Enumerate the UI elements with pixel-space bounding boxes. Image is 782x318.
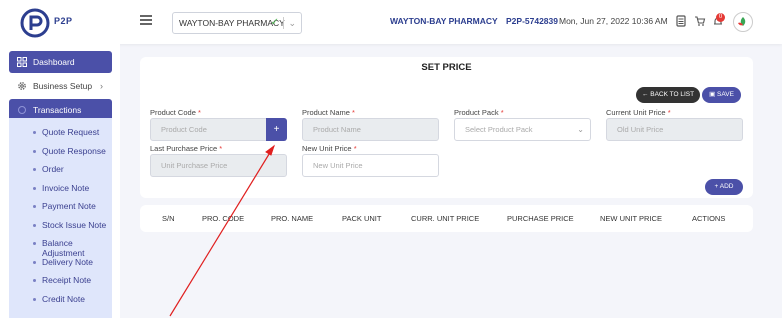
circle-icon bbox=[18, 106, 26, 114]
sidebar: Dashboard Business Setup › Transactions … bbox=[0, 44, 120, 318]
logo-text: P2P bbox=[54, 16, 73, 26]
add-button[interactable]: + ADD bbox=[705, 179, 743, 195]
arrow-left-icon: ← bbox=[641, 91, 649, 98]
chevron-down-icon: ⌄ bbox=[577, 125, 584, 134]
save-button[interactable]: ▣ SAVE bbox=[702, 87, 741, 103]
product-code-field[interactable]: Product Code bbox=[150, 118, 278, 141]
last-purchase-price-field[interactable]: Unit Purchase Price bbox=[150, 154, 287, 177]
gear-icon bbox=[18, 82, 26, 90]
check-icon: ✓ bbox=[270, 17, 279, 28]
chevron-right-icon: › bbox=[100, 81, 103, 91]
calculator-icon[interactable] bbox=[675, 15, 687, 27]
back-to-list-label: BACK TO LIST bbox=[650, 91, 695, 98]
chevron-down-icon[interactable]: ⌄ bbox=[288, 13, 296, 33]
column-header: PACK UNIT bbox=[342, 214, 382, 223]
add-product-code-button[interactable]: + bbox=[266, 118, 287, 141]
column-header: PURCHASE PRICE bbox=[507, 214, 574, 223]
sidebar-item-dashboard[interactable]: Dashboard bbox=[9, 51, 112, 73]
product-name-field[interactable]: Product Name bbox=[302, 118, 439, 141]
back-to-list-button[interactable]: ← BACK TO LIST bbox=[636, 87, 700, 103]
product-pack-label: Product Pack * bbox=[454, 108, 504, 117]
submenu-item-payment-note[interactable]: Payment Note bbox=[9, 201, 96, 211]
column-header: S/N bbox=[162, 214, 175, 223]
transactions-submenu: Quote Request Quote Response Order Invoi… bbox=[9, 118, 112, 318]
submenu-item-stock-issue-note[interactable]: Stock Issue Note bbox=[9, 220, 106, 230]
select-divider bbox=[283, 17, 284, 29]
plus-icon: + bbox=[714, 183, 719, 190]
product-name-label: Product Name * bbox=[302, 108, 355, 117]
grid-icon bbox=[17, 57, 27, 67]
branch-select-value: WAYTON-BAY PHARMACY bbox=[179, 18, 285, 28]
leaf-icon bbox=[738, 17, 746, 26]
notification-badge: 0 bbox=[716, 13, 725, 22]
save-label: SAVE bbox=[717, 91, 734, 98]
submenu-item-credit-note[interactable]: Credit Note bbox=[9, 294, 85, 304]
cart-icon[interactable] bbox=[694, 15, 706, 27]
hamburger-menu-icon[interactable] bbox=[140, 15, 152, 25]
sidebar-item-label: Transactions bbox=[33, 105, 82, 115]
submenu-item-invoice-note[interactable]: Invoice Note bbox=[9, 183, 89, 193]
avatar[interactable] bbox=[733, 12, 753, 32]
product-pack-select-value: Select Product Pack bbox=[465, 125, 533, 134]
sidebar-item-label: Dashboard bbox=[33, 57, 75, 67]
current-unit-price-field[interactable]: Old Unit Price bbox=[606, 118, 743, 141]
column-header: NEW UNIT PRICE bbox=[600, 214, 662, 223]
price-table: S/N PRO. CODE PRO. NAME PACK UNIT CURR. … bbox=[140, 205, 753, 232]
submenu-item-order[interactable]: Order bbox=[9, 164, 64, 174]
submenu-item-quote-request[interactable]: Quote Request bbox=[9, 127, 99, 137]
submenu-item-quote-response[interactable]: Quote Response bbox=[9, 146, 106, 156]
top-bar: P2P WAYTON-BAY PHARMACY ✓ ⌄ WAYTON-BAY P… bbox=[0, 0, 782, 44]
column-header: PRO. NAME bbox=[271, 214, 314, 223]
set-price-card: SET PRICE ← BACK TO LIST ▣ SAVE Product … bbox=[140, 57, 753, 198]
product-pack-select[interactable]: Select Product Pack ⌄ bbox=[454, 118, 591, 141]
product-code-label: Product Code * bbox=[150, 108, 201, 117]
submenu-item-balance-adjustment[interactable]: Balance Adjustment bbox=[9, 238, 112, 258]
pharmacy-code: P2P-5742839 bbox=[506, 16, 558, 26]
new-unit-price-field[interactable]: New Unit Price bbox=[302, 154, 439, 177]
p2p-logo-icon[interactable] bbox=[20, 8, 50, 38]
sidebar-item-label: Business Setup bbox=[33, 81, 93, 91]
sidebar-item-business-setup[interactable]: Business Setup › bbox=[9, 75, 112, 97]
current-datetime: Mon, Jun 27, 2022 10:36 AM bbox=[559, 16, 668, 26]
pharmacy-name: WAYTON-BAY PHARMACY bbox=[390, 16, 498, 26]
add-label: ADD bbox=[719, 183, 734, 190]
new-unit-price-label: New Unit Price * bbox=[302, 144, 357, 153]
branch-select[interactable]: WAYTON-BAY PHARMACY ✓ ⌄ bbox=[172, 12, 302, 34]
last-purchase-price-label: Last Purchase Price * bbox=[150, 144, 223, 153]
current-unit-price-label: Current Unit Price * bbox=[606, 108, 671, 117]
submenu-item-delivery-note[interactable]: Delivery Note bbox=[9, 257, 93, 267]
column-header: CURR. UNIT PRICE bbox=[411, 214, 480, 223]
save-icon: ▣ bbox=[709, 91, 716, 98]
column-header: ACTIONS bbox=[692, 214, 726, 223]
page-title: SET PRICE bbox=[421, 62, 472, 73]
submenu-item-receipt-note[interactable]: Receipt Note bbox=[9, 275, 91, 285]
column-header: PRO. CODE bbox=[202, 214, 245, 223]
